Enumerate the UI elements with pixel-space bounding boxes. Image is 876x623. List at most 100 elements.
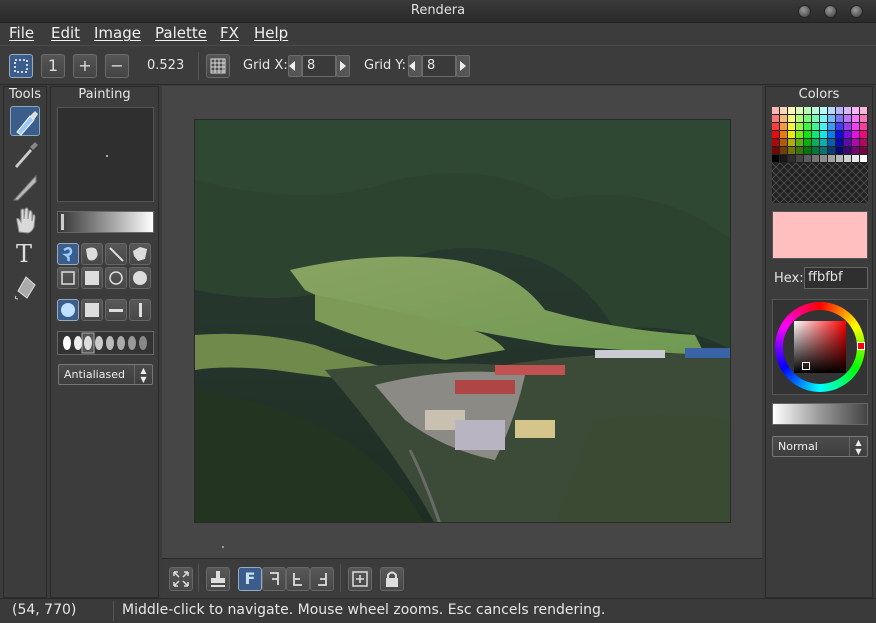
brush-round-button[interactable] — [57, 299, 79, 321]
oval-outline-button[interactable] — [105, 267, 127, 289]
hand-tool[interactable] — [10, 205, 40, 235]
empty-swatch — [859, 186, 869, 196]
palette-swatch — [836, 147, 843, 154]
palette-swatch — [844, 147, 851, 154]
zoom-out-button[interactable]: − — [105, 54, 129, 78]
palette-swatch — [820, 115, 827, 122]
knife-icon — [12, 174, 37, 201]
empty-swatch — [827, 162, 837, 172]
menu-palette[interactable]: Palette — [155, 24, 207, 42]
brush-vline-button[interactable] — [129, 299, 151, 321]
empty-swatch — [859, 170, 869, 180]
empty-swatch — [795, 170, 805, 180]
palette-swatch — [844, 123, 851, 130]
vertical-brush-icon — [139, 303, 142, 317]
paint-tool[interactable] — [10, 106, 40, 136]
brush-softness-strip[interactable] — [57, 331, 154, 355]
cursor-coordinates: (54, 770) — [12, 602, 77, 618]
grid-y-input[interactable]: 8 — [422, 55, 456, 77]
zoom-one-button[interactable]: 1 — [41, 54, 65, 78]
hex-input[interactable]: ffbfbf — [804, 267, 868, 289]
palette-swatch — [812, 139, 819, 146]
mirror-h-button[interactable] — [262, 567, 286, 591]
filter-f-button[interactable]: F — [238, 567, 262, 591]
brush-preview — [57, 107, 154, 202]
freehand-stroke-button[interactable] — [57, 243, 79, 265]
maximize-button[interactable] — [824, 5, 837, 18]
svg-text:T: T — [16, 240, 32, 268]
palette-swatch — [844, 131, 851, 138]
palette-swatch — [836, 115, 843, 122]
hex-label: Hex: — [774, 271, 804, 286]
palette-swatch — [788, 155, 795, 162]
palette-swatch — [804, 131, 811, 138]
palette-swatch — [796, 139, 803, 146]
grid-y-increase[interactable] — [456, 55, 470, 77]
menu-edit[interactable]: Edit — [51, 24, 80, 42]
empty-swatch — [851, 162, 861, 172]
fit-view-button[interactable] — [9, 54, 33, 78]
palette-swatch — [772, 139, 779, 146]
menu-image[interactable]: Image — [94, 24, 141, 42]
menu-help[interactable]: Help — [254, 24, 288, 42]
painting-panel: Painting Antialiased ▲ ▼ — [50, 86, 159, 598]
empty-swatch — [771, 170, 781, 180]
text-tool[interactable]: T — [10, 238, 40, 268]
rect-filled-button[interactable] — [81, 267, 103, 289]
palette-swatch — [828, 107, 835, 114]
mirror-v-button[interactable] — [286, 567, 310, 591]
polygon-stroke-button[interactable] — [129, 243, 151, 265]
grid-x-input[interactable]: 8 — [302, 55, 336, 77]
line-stroke-button[interactable] — [105, 243, 127, 265]
color-wheel[interactable] — [772, 299, 868, 395]
palette-swatch — [788, 131, 795, 138]
fullscreen-button[interactable] — [169, 567, 193, 591]
menu-fx[interactable]: FX — [220, 24, 239, 42]
fill-tool[interactable] — [10, 271, 40, 301]
oval-filled-button[interactable] — [129, 267, 151, 289]
origin-button[interactable] — [348, 567, 372, 591]
grid-x-increase[interactable] — [336, 55, 350, 77]
empty-swatch — [843, 194, 853, 204]
grid-x-decrease[interactable] — [288, 55, 302, 77]
brush-hline-button[interactable] — [105, 299, 127, 321]
palette-swatch — [844, 107, 851, 114]
blend-mode-select[interactable]: Normal ▲ ▼ — [772, 436, 868, 457]
empty-swatch — [851, 170, 861, 180]
palette-swatch — [844, 115, 851, 122]
zoom-in-button[interactable]: + — [73, 54, 97, 78]
brush-size-slider[interactable] — [57, 211, 154, 233]
stamp-button[interactable] — [206, 567, 230, 591]
palette-swatch — [780, 123, 787, 130]
image-canvas[interactable] — [194, 119, 731, 523]
palette-swatch — [788, 115, 795, 122]
palette-swatch — [804, 155, 811, 162]
knife-tool[interactable] — [10, 172, 40, 202]
eyedropper-tool[interactable] — [10, 139, 40, 169]
palette-swatch — [772, 107, 779, 114]
menu-file[interactable]: File — [9, 24, 34, 42]
opacity-slider[interactable] — [772, 403, 868, 425]
mirror-h-icon — [270, 572, 279, 585]
mirror-both-button[interactable] — [310, 567, 334, 591]
palette-swatch — [828, 123, 835, 130]
empty-swatch — [771, 178, 781, 188]
palette-swatch — [772, 147, 779, 154]
region-stroke-button[interactable] — [81, 243, 103, 265]
palette-swatch — [852, 123, 859, 130]
rect-outline-icon — [61, 271, 75, 285]
hue-cursor[interactable] — [857, 342, 865, 350]
rect-outline-button[interactable] — [57, 267, 79, 289]
minimize-button[interactable] — [798, 5, 811, 18]
slider-handle[interactable] — [60, 213, 65, 231]
antialias-select[interactable]: Antialiased ▲ ▼ — [58, 364, 153, 385]
empty-swatch — [795, 194, 805, 204]
sv-cursor[interactable] — [802, 362, 810, 370]
close-button[interactable] — [850, 5, 863, 18]
palette-grid[interactable] — [771, 107, 869, 204]
lock-button[interactable] — [380, 567, 404, 591]
grid-y-decrease[interactable] — [408, 55, 422, 77]
brush-square-button[interactable] — [81, 299, 103, 321]
grid-toggle-button[interactable] — [206, 54, 230, 78]
palette-swatch — [788, 147, 795, 154]
